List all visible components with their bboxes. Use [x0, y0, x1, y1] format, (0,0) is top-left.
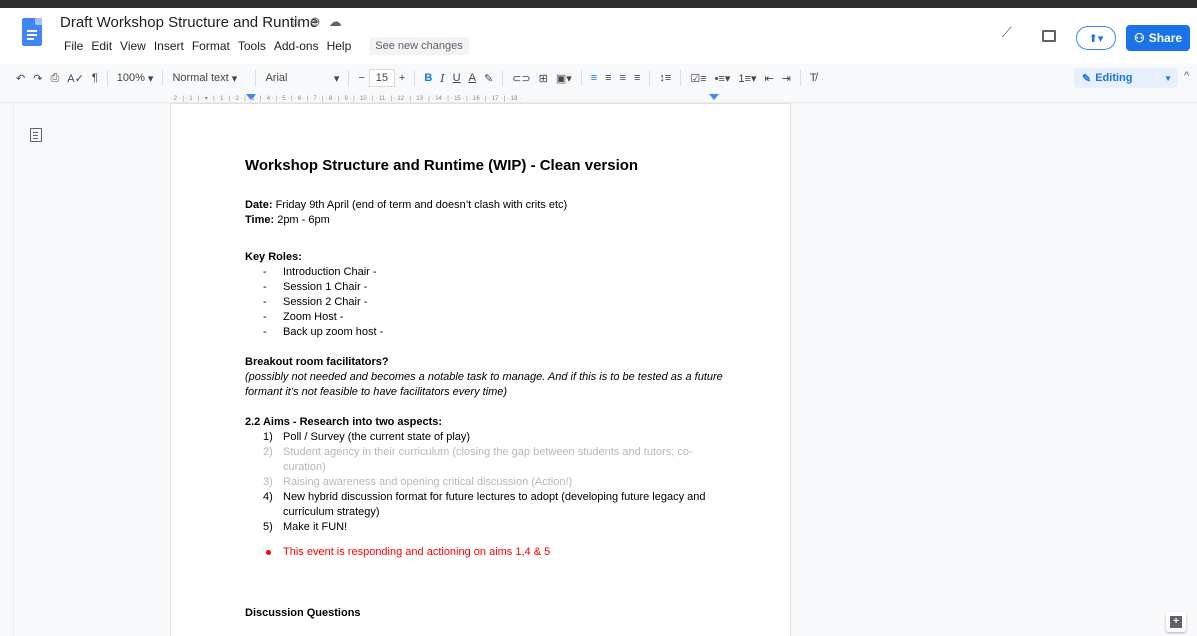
list-item: 2) Student agency in their curriculum (cl… — [263, 446, 693, 473]
time-line: Time: 2pm - 6pm — [245, 214, 330, 226]
increase-font-size-icon[interactable]: + — [395, 67, 409, 89]
present-button[interactable]: ⬆▾ — [1076, 26, 1116, 50]
menu-help[interactable]: Help — [323, 36, 356, 56]
undo-icon[interactable]: ↶ — [12, 67, 29, 89]
toolbar-divider — [348, 70, 350, 86]
list-item: Back up zoom host - — [263, 325, 725, 340]
breakout-note: (possibly not needed and becomes a notab… — [245, 371, 723, 398]
list-item: Session 1 Chair - — [263, 280, 725, 295]
menu-insert[interactable]: Insert — [150, 36, 188, 56]
toolbar-divider — [580, 70, 582, 86]
font-select[interactable]: Arial ▾ — [261, 67, 343, 89]
key-roles-list: Introduction Chair - Session 1 Chair - S… — [245, 265, 725, 340]
horizontal-ruler[interactable]: · 2 · | · 1 · | · ▾ · | · 1 · | · 2 · | … — [170, 93, 790, 103]
browser-top-bar — [0, 0, 1197, 8]
list-item: Zoom Host - — [263, 310, 725, 325]
menu-tools[interactable]: Tools — [234, 36, 270, 56]
toolbar-divider — [680, 70, 682, 86]
list-item: 1) Poll / Survey (the current state of pl… — [263, 431, 471, 443]
font-size-input[interactable]: 15 — [368, 69, 395, 87]
document-heading: Workshop Structure and Runtime (WIP) - C… — [245, 157, 639, 174]
decrease-indent-icon[interactable]: ⇤ — [760, 67, 777, 89]
pencil-icon: ✎ — [1082, 72, 1092, 85]
editing-mode-select[interactable]: ✎ Editing ▼ — [1074, 68, 1178, 88]
italic-button[interactable]: I — [436, 67, 448, 89]
bulleted-list-icon[interactable]: •≡▾ — [711, 67, 735, 89]
menu-format[interactable]: Format — [188, 36, 234, 56]
document-outline-icon[interactable] — [30, 128, 42, 142]
highlight-color-icon[interactable]: ✎ — [480, 67, 497, 89]
see-new-changes-button[interactable]: See new changes — [369, 37, 469, 55]
document-title[interactable]: Draft Workshop Structure and Runtime — [60, 14, 318, 31]
justify-icon[interactable]: ≡ — [630, 67, 644, 89]
menu-view[interactable]: View — [116, 36, 150, 56]
menu-file[interactable]: File — [60, 36, 87, 56]
share-label: Share — [1148, 31, 1183, 45]
increase-indent-icon[interactable]: ⇥ — [778, 67, 795, 89]
comment-history-icon[interactable] — [1042, 30, 1056, 42]
list-item: 3) Raising awareness and opening critical… — [263, 476, 573, 488]
menu-bar: File Edit View Insert Format Tools Add-o… — [60, 36, 469, 56]
toolbar-divider — [106, 70, 108, 86]
add-comment-icon[interactable]: ⊞ — [535, 67, 552, 89]
list-item: Introduction Chair - — [263, 265, 725, 280]
decrease-font-size-icon[interactable]: − — [354, 67, 368, 89]
checklist-icon[interactable]: ☑≡ — [686, 67, 710, 89]
formatting-toolbar: ↶ ↷ ⎙ A✓ ¶ 100% ▾ Normal text ▾ Arial ▾ −… — [12, 66, 1192, 90]
align-center-icon[interactable]: ≡ — [601, 67, 615, 89]
breakout-heading: Breakout room facilitators? — [245, 356, 389, 368]
menu-edit[interactable]: Edit — [87, 36, 116, 56]
text-color-button[interactable]: A — [465, 67, 480, 89]
toolbar-divider — [799, 70, 801, 86]
clear-formatting-icon[interactable]: T̸ — [806, 67, 821, 89]
list-item: 5) Make it FUN! — [263, 521, 348, 533]
explore-button[interactable]: + — [1166, 612, 1186, 632]
event-note: This event is responding and actioning o… — [245, 545, 725, 560]
share-button[interactable]: ⚇ Share — [1126, 25, 1190, 51]
redo-icon[interactable]: ↷ — [29, 67, 46, 89]
insert-link-icon[interactable]: ⊂⊃ — [508, 67, 534, 89]
toolbar-divider — [649, 70, 651, 86]
docs-logo-icon[interactable] — [22, 18, 42, 46]
cloud-status-icon[interactable]: ☁ — [329, 14, 350, 29]
plus-icon: + — [1170, 616, 1182, 628]
activity-dashboard-icon[interactable]: ⟋ — [1002, 24, 1012, 41]
align-left-icon[interactable]: ≡ — [587, 67, 601, 89]
aims-heading: 2.2 Aims - Research into two aspects: — [245, 416, 443, 428]
toolbar-divider — [502, 70, 504, 86]
menu-addons[interactable]: Add-ons — [270, 36, 323, 56]
paint-format-icon[interactable]: ¶ — [88, 67, 102, 89]
key-roles-heading: Key Roles: — [245, 251, 302, 263]
aims-list: 1) Poll / Survey (the current state of pl… — [245, 430, 725, 535]
title-actions: ☆⊕☁ — [290, 14, 350, 30]
move-icon[interactable]: ⊕ — [310, 14, 329, 29]
numbered-list-icon[interactable]: 1≡▾ — [734, 67, 760, 89]
bold-button[interactable]: B — [420, 67, 436, 89]
underline-button[interactable]: U — [449, 67, 465, 89]
chevron-down-icon: ▼ — [1164, 73, 1172, 83]
print-icon[interactable]: ⎙ — [46, 67, 63, 89]
chevron-up-icon[interactable]: ^ — [1184, 70, 1189, 82]
docs-header: Draft Workshop Structure and Runtime ☆⊕☁… — [0, 8, 1197, 64]
insert-image-icon[interactable]: ▣▾ — [552, 67, 576, 89]
list-item: Session 2 Chair - — [263, 295, 725, 310]
list-item: 4) New hybrid discussion format for futur… — [263, 491, 706, 518]
discussion-heading: Discussion Questions — [245, 607, 361, 619]
align-right-icon[interactable]: ≡ — [616, 67, 630, 89]
vertical-ruler[interactable] — [0, 105, 14, 636]
toolbar-divider — [414, 70, 416, 86]
toolbar-divider — [255, 70, 257, 86]
lock-person-icon: ⚇ — [1133, 31, 1145, 45]
spellcheck-icon[interactable]: A✓ — [63, 67, 88, 89]
date-line: Date: Friday 9th April (end of term and … — [245, 199, 568, 211]
document-page[interactable]: Workshop Structure and Runtime (WIP) - C… — [171, 104, 790, 636]
style-select[interactable]: Normal text ▾ — [168, 67, 250, 89]
toolbar-divider — [162, 70, 164, 86]
document-body[interactable]: Workshop Structure and Runtime (WIP) - C… — [245, 156, 725, 621]
line-spacing-icon[interactable]: ↕≡ — [655, 67, 675, 89]
star-icon[interactable]: ☆ — [290, 14, 310, 29]
zoom-select[interactable]: 100% ▾ — [113, 67, 158, 89]
